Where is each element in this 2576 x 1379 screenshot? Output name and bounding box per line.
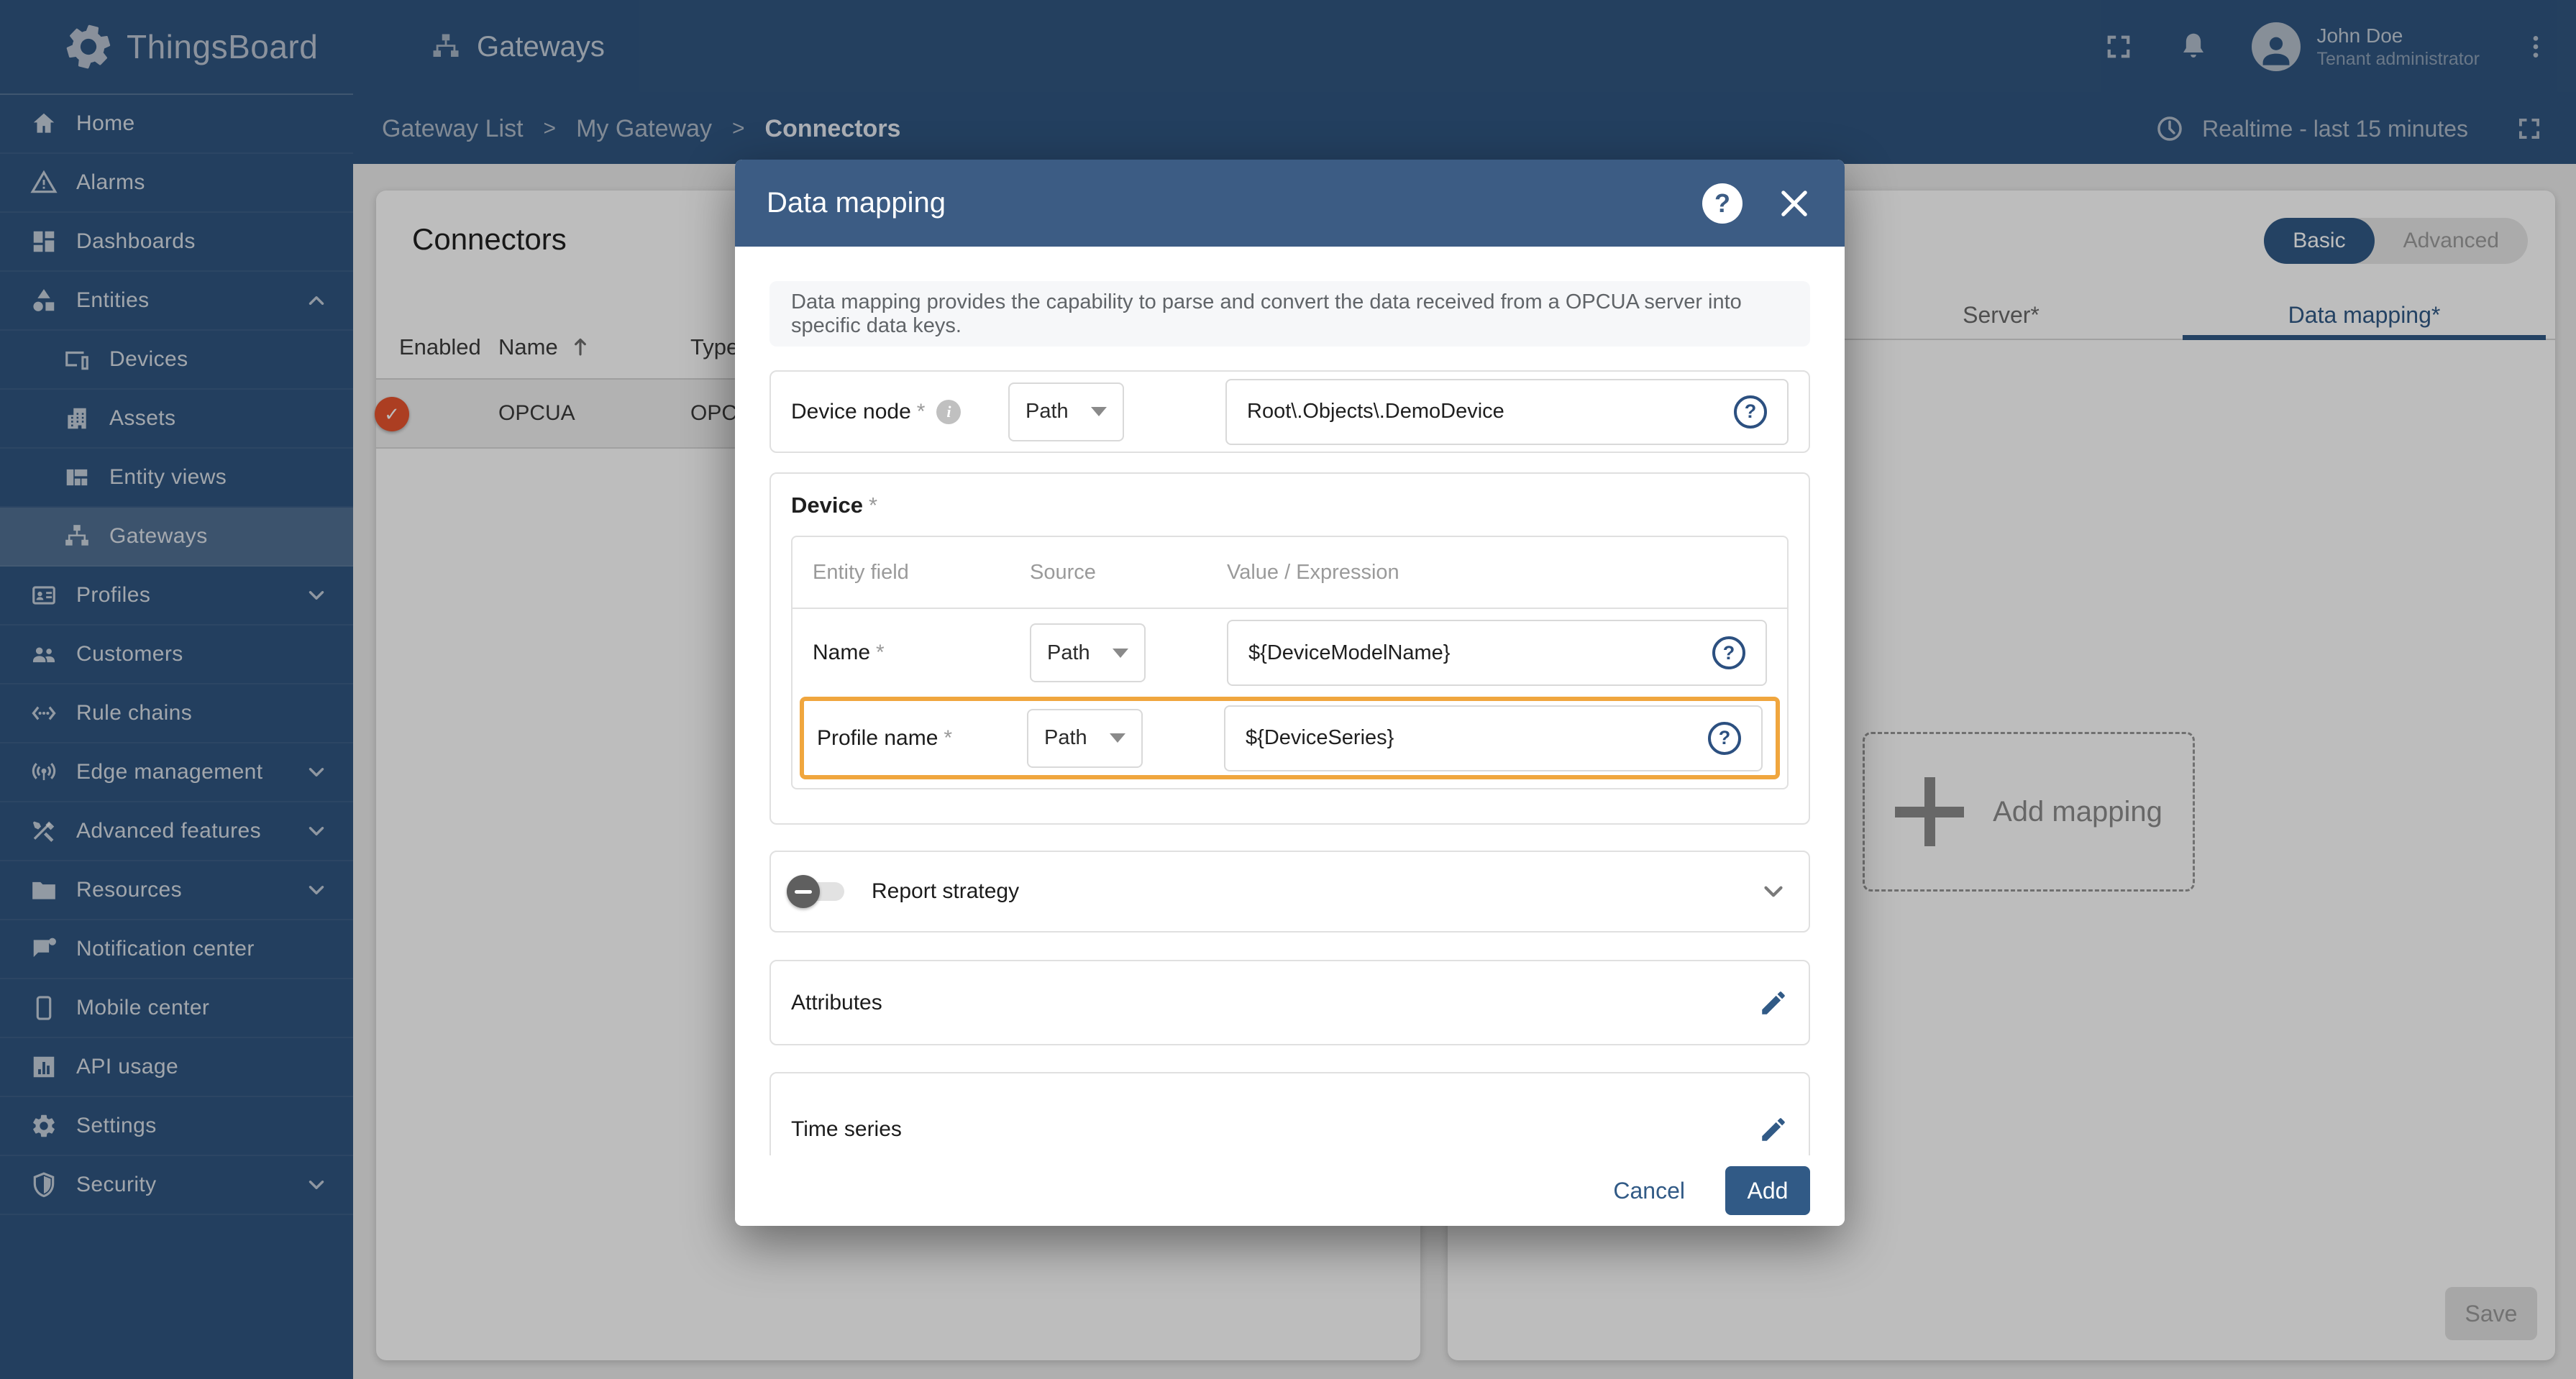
dialog-header: Data mapping ? <box>735 160 1845 247</box>
device-col-value-expression: Value / Expression <box>1227 560 1399 584</box>
caret-down-icon <box>1110 733 1125 743</box>
field-label: Name * <box>813 641 885 664</box>
caret-down-icon <box>1113 648 1128 658</box>
device-table-header: Entity field Source Value / Expression <box>793 537 1787 609</box>
caret-down-icon <box>1091 407 1107 416</box>
device-col-entity-field: Entity field <box>813 560 909 584</box>
data-mapping-dialog: Data mapping ? Data mapping provides the… <box>735 160 1845 1226</box>
field-label: Profile name * <box>817 725 953 750</box>
section-attributes: Attributes <box>769 960 1810 1045</box>
device-node-label: Device node * i <box>791 399 1008 424</box>
report-strategy-toggle[interactable] <box>787 875 844 908</box>
section-time-series: Time series <box>769 1072 1810 1155</box>
dialog-description: Data mapping provides the capability to … <box>769 281 1810 347</box>
device-col-source: Source <box>1030 560 1096 584</box>
help-icon[interactable]: ? <box>1712 636 1745 669</box>
info-icon[interactable]: i <box>936 399 962 424</box>
report-strategy-row: Report strategy <box>769 851 1810 933</box>
minus-icon <box>795 889 812 894</box>
source-select[interactable]: Path <box>1030 623 1146 682</box>
device-row-profile-name: Profile name * Path ${DeviceSeries}? <box>804 701 1776 775</box>
value-expression-input[interactable]: ${DeviceSeries}? <box>1224 705 1763 771</box>
dialog-title: Data mapping <box>767 187 946 219</box>
dialog-help-icon[interactable]: ? <box>1702 183 1743 224</box>
device-section-title: Device * <box>791 492 878 518</box>
edit-pencil-icon[interactable] <box>1758 988 1789 1018</box>
device-node-row: Device node * i Path Root\.Objects\.Demo… <box>769 370 1810 453</box>
device-section: Device * Entity field Source Value / Expre… <box>769 472 1810 825</box>
device-row-name: Name * Path ${DeviceModelName}? <box>793 609 1787 697</box>
dialog-body: Data mapping provides the capability to … <box>735 247 1845 1155</box>
value-expression-input[interactable]: ${DeviceModelName}? <box>1227 620 1767 686</box>
help-icon[interactable]: ? <box>1734 395 1767 429</box>
dialog-footer: Cancel Add <box>735 1155 1845 1226</box>
device-node-value-input[interactable]: Root\.Objects\.DemoDevice ? <box>1225 378 1789 445</box>
report-strategy-label: Report strategy <box>872 879 1020 903</box>
device-node-source-select[interactable]: Path <box>1008 382 1124 441</box>
edit-pencil-icon[interactable] <box>1758 1114 1789 1145</box>
chevron-down-icon[interactable] <box>1758 876 1789 907</box>
source-select[interactable]: Path <box>1027 708 1143 768</box>
add-button[interactable]: Add <box>1725 1166 1810 1215</box>
device-table: Entity field Source Value / Expression Nam… <box>791 536 1789 789</box>
help-icon[interactable]: ? <box>1708 721 1741 755</box>
cancel-button[interactable]: Cancel <box>1613 1178 1685 1204</box>
highlighted-row-outline: Profile name * Path ${DeviceSeries}? <box>800 697 1780 779</box>
close-icon[interactable] <box>1776 185 1813 222</box>
